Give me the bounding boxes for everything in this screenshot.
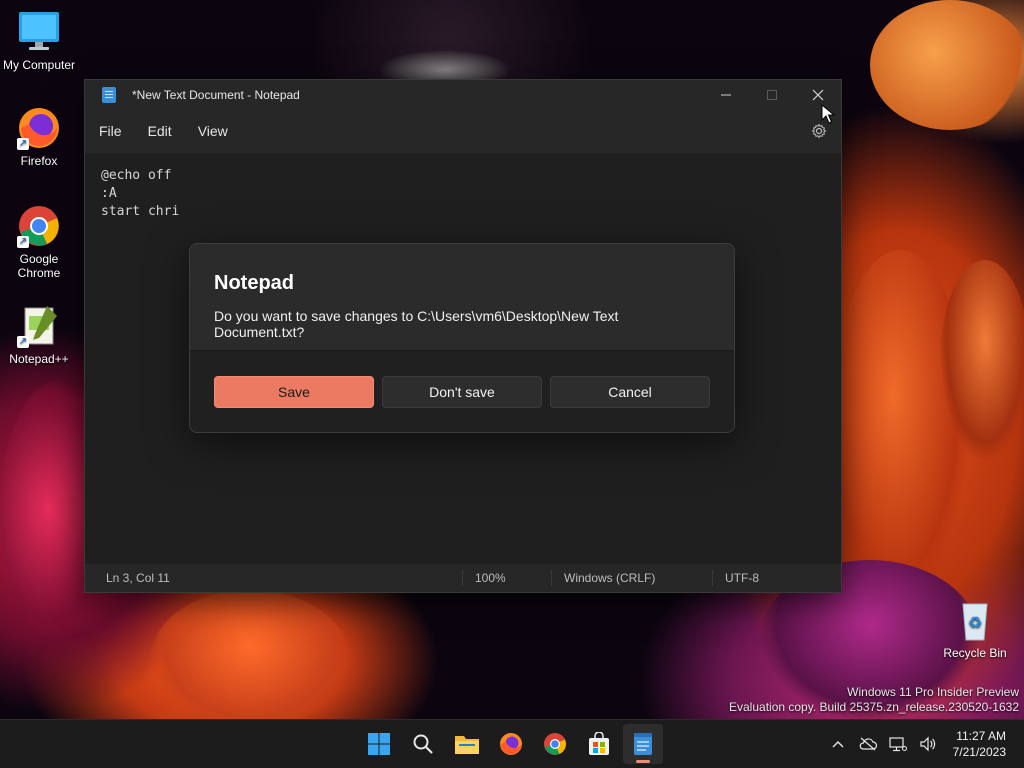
network-button[interactable]	[886, 732, 910, 756]
menu-view[interactable]: View	[185, 115, 241, 147]
clock-time: 11:27 AM	[956, 729, 1006, 743]
search-icon	[413, 734, 433, 754]
menu-file[interactable]: File	[86, 115, 135, 147]
desktop-icon-label: Google Chrome	[17, 252, 61, 280]
taskbar-notepad[interactable]	[623, 724, 663, 764]
notepad-icon	[634, 733, 652, 755]
pointer-cursor-icon	[821, 103, 836, 124]
dialog-message: Do you want to save changes to C:\Users\…	[214, 308, 619, 340]
save-changes-dialog: Notepad Do you want to save changes to C…	[189, 243, 735, 433]
settings-button[interactable]	[811, 123, 827, 139]
save-button[interactable]: Save	[214, 375, 374, 408]
dialog-button-bar: Save Don't save Cancel	[190, 350, 734, 432]
wallpaper-shape	[150, 590, 350, 730]
minimize-icon	[721, 94, 731, 96]
maximize-button[interactable]	[749, 80, 795, 110]
taskbar: 11:27 AM 7/21/2023	[0, 719, 1024, 768]
status-zoom[interactable]: 100%	[462, 570, 551, 586]
menu-bar: File Edit View	[85, 110, 841, 152]
gear-icon	[811, 123, 827, 139]
watermark-line: Evaluation copy. Build 25375.zn_release.…	[729, 700, 1019, 714]
recycle-bin-icon: ♻	[953, 598, 997, 642]
store-icon	[589, 732, 609, 755]
speaker-icon	[920, 736, 935, 752]
volume-button[interactable]	[916, 732, 940, 756]
desktop-icon-label: My Computer	[2, 58, 76, 72]
cloud-offline-icon	[859, 737, 877, 751]
shortcut-arrow-icon: ↗	[17, 336, 29, 348]
taskbar-clock[interactable]: 11:27 AM 7/21/2023	[943, 728, 1024, 760]
dialog-content: Notepad Do you want to save changes to C…	[190, 244, 734, 352]
desktop-icon-label: Notepad++	[9, 352, 69, 366]
desktop-icon-label: Firefox	[20, 154, 58, 168]
desktop-icon-my-computer[interactable]: My Computer	[0, 10, 78, 72]
windows-logo-icon	[368, 733, 390, 755]
taskbar-search-button[interactable]	[403, 724, 443, 764]
evaluation-watermark: Windows 11 Pro Insider Preview Evaluatio…	[729, 685, 1019, 715]
firefox-icon: ↗	[17, 106, 61, 150]
editor-content[interactable]: @echo off :A start chri	[101, 167, 825, 221]
wallpaper-shape	[940, 260, 1024, 460]
notepad-app-icon	[102, 87, 116, 103]
desktop-icon-recycle-bin[interactable]: ♻ Recycle Bin	[936, 598, 1014, 660]
close-icon	[812, 89, 824, 101]
network-icon	[889, 737, 907, 752]
title-bar[interactable]: *New Text Document - Notepad	[85, 80, 841, 110]
desktop-icon-google-chrome[interactable]: ↗ Google Chrome	[0, 204, 78, 280]
taskbar-chrome[interactable]	[535, 724, 575, 764]
status-cursor-position: Ln 3, Col 11	[106, 571, 170, 585]
notepad-plus-plus-icon: ↗	[17, 304, 61, 348]
mouse-cursor	[821, 103, 836, 124]
desktop-icon-notepad-plus-plus[interactable]: ↗ Notepad++	[0, 304, 78, 366]
status-encoding[interactable]: UTF-8	[712, 570, 771, 586]
onedrive-button[interactable]	[856, 732, 880, 756]
chrome-icon: ↗	[17, 204, 61, 248]
dialog-title: Notepad	[214, 272, 294, 294]
menu-edit[interactable]: Edit	[135, 115, 185, 147]
start-button[interactable]	[359, 724, 399, 764]
window-title: *New Text Document - Notepad	[132, 88, 300, 102]
chevron-up-icon	[832, 741, 844, 748]
watermark-line: Windows 11 Pro Insider Preview	[847, 685, 1019, 699]
firefox-icon	[500, 733, 522, 755]
cancel-button[interactable]: Cancel	[550, 375, 710, 408]
svg-text:♻: ♻	[968, 613, 982, 632]
desktop-icon-firefox[interactable]: ↗ Firefox	[0, 106, 78, 168]
monitor-icon	[17, 10, 61, 54]
taskbar-file-explorer[interactable]	[447, 724, 487, 764]
shortcut-arrow-icon: ↗	[17, 236, 29, 248]
maximize-icon	[767, 90, 777, 100]
status-line-ending[interactable]: Windows (CRLF)	[551, 570, 712, 586]
chrome-icon	[544, 733, 566, 755]
shortcut-arrow-icon: ↗	[17, 138, 29, 150]
system-tray: 11:27 AM 7/21/2023	[823, 720, 1024, 768]
folder-icon	[455, 736, 479, 754]
desktop-icon-label: Recycle Bin	[943, 646, 1007, 660]
taskbar-microsoft-store[interactable]	[579, 724, 619, 764]
taskbar-apps	[359, 724, 663, 764]
clock-date: 7/21/2023	[952, 745, 1006, 759]
show-hidden-icons-button[interactable]	[826, 732, 850, 756]
taskbar-firefox[interactable]	[491, 724, 531, 764]
status-bar: Ln 3, Col 11 100% Windows (CRLF) UTF-8	[85, 564, 841, 592]
dont-save-button[interactable]: Don't save	[382, 375, 542, 408]
minimize-button[interactable]	[703, 80, 749, 110]
wallpaper-shape	[870, 0, 1024, 130]
